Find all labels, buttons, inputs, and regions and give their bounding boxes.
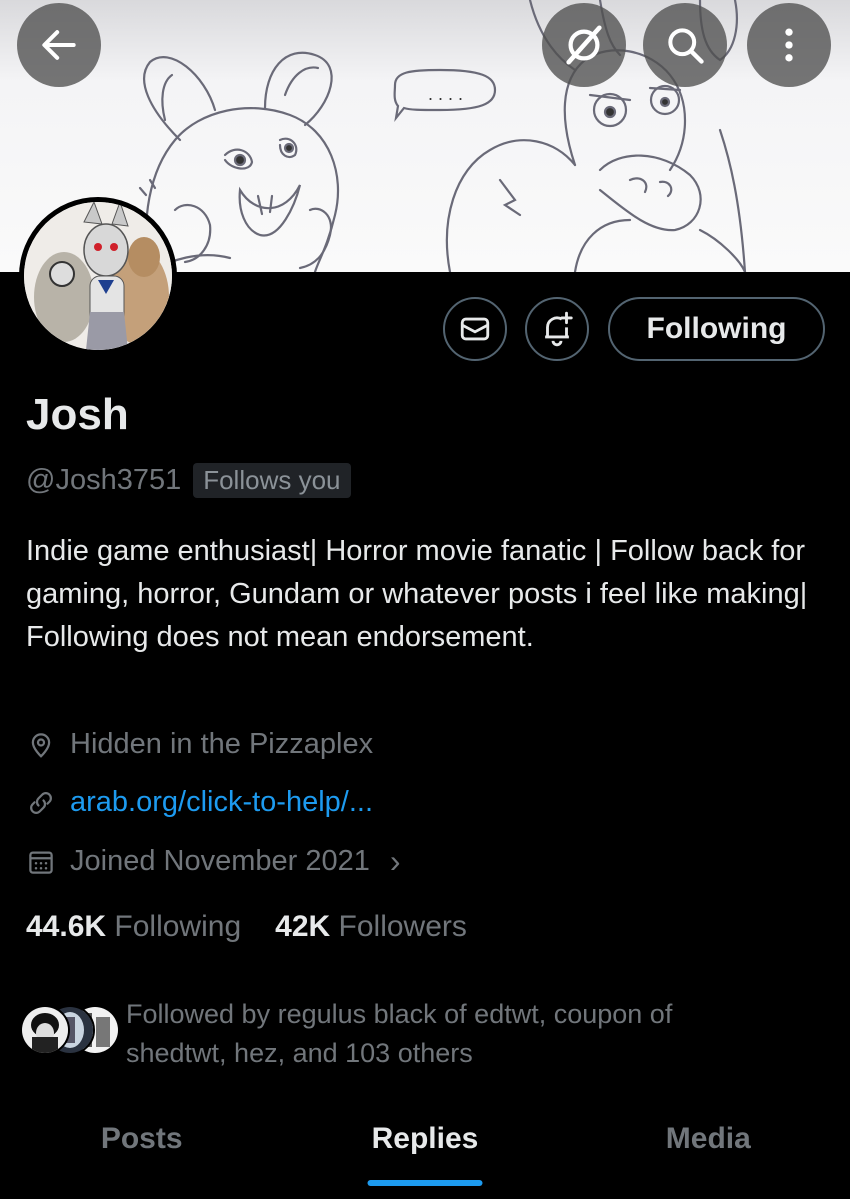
profile-tabs: Posts Replies Media <box>0 1100 850 1199</box>
tab-label: Replies <box>371 1122 479 1155</box>
search-button[interactable] <box>643 3 727 87</box>
mutual-avatar <box>20 1005 70 1055</box>
follow-stats: 44.6K Following 42K Followers <box>26 910 467 944</box>
tab-posts[interactable]: Posts <box>0 1100 283 1199</box>
tab-media[interactable]: Media <box>567 1100 850 1199</box>
following-label: Following <box>114 910 242 943</box>
website-link[interactable]: arab.org/click-to-help/... <box>70 786 373 819</box>
following-count: 44.6K <box>26 910 107 943</box>
profile-handle: @Josh3751 <box>26 464 182 496</box>
more-vertical-icon <box>785 28 793 62</box>
avatar-image <box>24 202 172 350</box>
chevron-right-icon: › <box>389 843 401 879</box>
bell-plus-icon <box>545 311 573 347</box>
joined-row[interactable]: Joined November 2021 › <box>26 843 401 880</box>
follows-you-badge: Follows you <box>193 463 351 498</box>
tab-label: Media <box>665 1122 751 1155</box>
following-stat[interactable]: 44.6K Following <box>26 910 241 944</box>
profile-name: Josh <box>26 390 129 439</box>
more-button[interactable] <box>747 3 831 87</box>
profile-bio: Indie game enthusiast| Horror movie fana… <box>26 535 808 653</box>
tab-label: Posts <box>100 1122 183 1155</box>
location-text: Hidden in the Pizzaplex <box>70 728 374 760</box>
arrow-left-icon <box>42 30 76 60</box>
message-button[interactable] <box>443 297 507 361</box>
back-button[interactable] <box>17 3 101 87</box>
profile-avatar[interactable] <box>19 197 177 355</box>
tab-replies[interactable]: Replies <box>283 1100 566 1199</box>
active-tab-indicator <box>367 1180 483 1186</box>
search-icon <box>668 28 704 64</box>
notify-button[interactable] <box>525 297 589 361</box>
location-pin-icon <box>31 732 51 758</box>
following-button[interactable]: Following <box>608 297 825 361</box>
followed-by-text: Followed by regulus black of edtwt, coup… <box>126 999 673 1068</box>
grok-slash-icon <box>566 25 602 65</box>
followers-label: Followers <box>338 910 467 943</box>
followed-by-row[interactable]: Followed by regulus black of edtwt, coup… <box>20 995 776 1073</box>
joined-text: Joined November 2021 <box>70 845 370 877</box>
followers-count: 42K <box>275 910 331 943</box>
location-row: Hidden in the Pizzaplex <box>26 728 373 761</box>
grok-button[interactable] <box>542 3 626 87</box>
calendar-icon <box>29 851 53 874</box>
followers-stat[interactable]: 42K Followers <box>275 910 467 944</box>
speech-bubble-dots: . . . . <box>428 84 463 104</box>
website-row[interactable]: arab.org/click-to-help/... <box>26 786 373 819</box>
handle-row: @Josh3751 Follows you <box>26 463 351 498</box>
mail-icon <box>460 317 490 341</box>
mutual-avatars <box>20 1005 120 1065</box>
link-icon <box>30 791 52 814</box>
